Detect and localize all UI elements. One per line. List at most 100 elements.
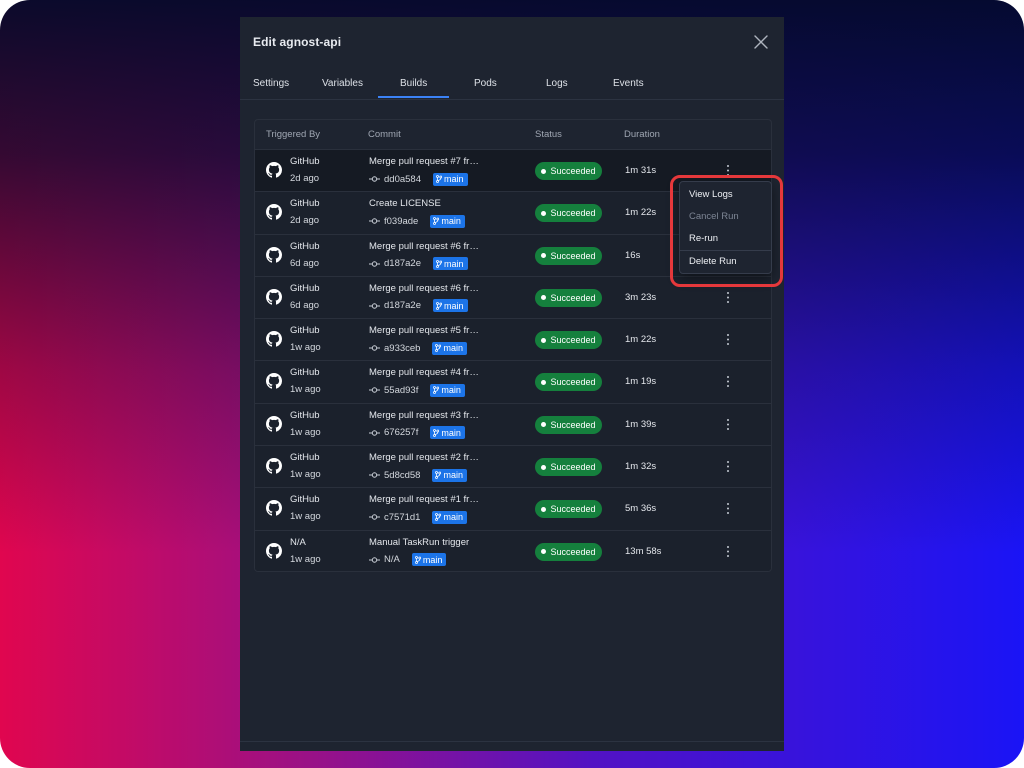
build-row[interactable]: GitHub 1w ago Merge pull request #2 fr… 5d8… — [255, 445, 771, 488]
trigger-source: GitHub — [290, 452, 320, 464]
commit-icon — [369, 260, 380, 267]
branch-icon — [435, 513, 442, 522]
commit-icon — [369, 218, 380, 224]
tab-builds[interactable]: Builds — [400, 78, 427, 90]
trigger-source: GitHub — [290, 282, 320, 294]
tab-variables[interactable]: Variables — [322, 78, 363, 90]
duration: 1m 32s — [625, 461, 657, 473]
close-icon — [754, 35, 768, 49]
duration: 16s — [625, 249, 641, 261]
trigger-source: GitHub — [290, 409, 320, 421]
commit-info: dd0a584 main — [369, 172, 468, 186]
active-tab-indicator — [378, 96, 449, 98]
commit-info: 676257f main — [369, 426, 465, 440]
branch-icon — [435, 471, 442, 479]
status-dot — [541, 549, 547, 555]
row-menu-button[interactable] — [724, 333, 732, 346]
github-icon — [266, 204, 282, 220]
build-row[interactable]: GitHub 1w ago Merge pull request #3 fr… 676… — [255, 402, 771, 446]
branch-name: main — [441, 385, 461, 396]
commit-message: Merge pull request #3 fr… — [369, 409, 479, 421]
github-icon — [266, 162, 282, 178]
menu-highlight-outline — [670, 175, 783, 287]
commit-message: Merge pull request #5 fr… — [369, 325, 479, 337]
branch-icon — [436, 259, 442, 268]
commit-icon — [369, 176, 380, 182]
commit-hash: 676257f — [384, 427, 419, 439]
trigger-time: 6d ago — [290, 299, 320, 311]
branch-name: main — [422, 554, 443, 565]
trigger-time: 2d ago — [290, 173, 320, 184]
commit-hash: N/A — [384, 554, 400, 566]
branch-icon — [436, 301, 442, 310]
branch-badge: main — [411, 553, 447, 567]
status-dot — [541, 337, 547, 343]
build-row[interactable]: GitHub 1w ago Merge pull request #4 fr… 55a… — [255, 360, 771, 403]
commit-hash: c7571d1 — [384, 511, 421, 523]
dialog-title: Edit agnost-api — [253, 35, 342, 49]
status-dot — [541, 464, 547, 470]
row-menu-button[interactable] — [724, 502, 732, 515]
github-icon — [266, 415, 282, 432]
build-row[interactable]: N/A 1w ago Manual TaskRun trigger N/A main Su… — [255, 529, 771, 571]
status-badge: Succeeded — [535, 500, 602, 519]
trigger-source: GitHub — [290, 240, 320, 252]
branch-badge: main — [432, 172, 468, 186]
trigger-time: 1w ago — [290, 553, 321, 565]
commit-message: Create LICENSE — [369, 198, 441, 210]
trigger-source: N/A — [290, 536, 306, 548]
tab-settings[interactable]: Settings — [253, 78, 289, 90]
tabs-divider — [240, 99, 784, 100]
row-menu-button[interactable] — [724, 418, 732, 431]
branch-icon — [433, 386, 440, 395]
status-badge: Succeeded — [535, 415, 602, 434]
build-row[interactable]: GitHub 1w ago Merge pull request #1 fr… c75… — [255, 487, 771, 530]
github-icon — [266, 500, 282, 516]
row-menu-button[interactable] — [724, 545, 732, 558]
row-menu-button[interactable] — [724, 375, 732, 388]
tab-logs[interactable]: Logs — [546, 78, 568, 90]
edit-dialog: Edit agnost-api Settings Variables Build… — [240, 17, 784, 751]
branch-name: main — [443, 300, 464, 311]
commit-message: Merge pull request #7 fr… — [369, 156, 479, 167]
duration: 1m 31s — [625, 165, 657, 176]
github-icon — [266, 331, 282, 347]
close-button[interactable] — [754, 35, 768, 49]
status-dot — [541, 506, 547, 512]
status-label: Succeeded — [550, 250, 596, 261]
status-badge: Succeeded — [535, 246, 602, 265]
duration: 1m 22s — [625, 334, 657, 346]
branch-icon — [433, 428, 440, 437]
trigger-time: 1w ago — [290, 511, 321, 523]
status-badge: Succeeded — [535, 204, 602, 223]
kebab-icon — [727, 503, 729, 515]
status-label: Succeeded — [550, 335, 596, 346]
commit-info: N/A main — [369, 553, 447, 567]
commit-info: d187a2e main — [369, 299, 468, 313]
status-label: Succeeded — [550, 208, 596, 219]
commit-info: f039ade main — [369, 214, 465, 228]
commit-icon — [369, 472, 380, 478]
row-menu-button[interactable] — [724, 291, 732, 304]
status-label: Succeeded — [550, 462, 596, 473]
branch-icon — [433, 217, 440, 226]
commit-message: Merge pull request #4 fr… — [369, 367, 479, 379]
status-dot — [541, 168, 547, 174]
duration: 1m 39s — [625, 418, 657, 430]
duration: 3m 23s — [625, 291, 657, 303]
tab-pods[interactable]: Pods — [474, 78, 497, 90]
branch-name: main — [443, 174, 464, 184]
commit-hash: d187a2e — [384, 258, 421, 270]
github-icon — [266, 542, 282, 559]
commit-message: Merge pull request #2 fr… — [369, 452, 479, 464]
status-label: Succeeded — [550, 166, 596, 176]
commit-hash: a933ceb — [384, 342, 421, 354]
tab-events[interactable]: Events — [613, 78, 644, 90]
duration: 1m 19s — [625, 376, 657, 388]
commit-icon — [369, 387, 380, 394]
status-dot — [541, 210, 547, 216]
build-row[interactable]: GitHub 1w ago Merge pull request #5 fr… a93… — [255, 318, 771, 361]
commit-message: Merge pull request #6 fr… — [369, 240, 479, 252]
commit-hash: 55ad93f — [384, 384, 419, 396]
row-menu-button[interactable] — [724, 460, 732, 473]
